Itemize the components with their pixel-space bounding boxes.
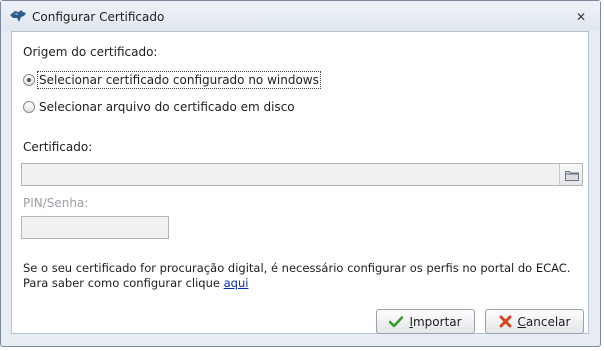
pin-field[interactable] — [21, 216, 169, 239]
cancel-button[interactable]: Cancelar — [485, 309, 584, 334]
help-link[interactable]: aqui — [224, 276, 249, 290]
title-bar[interactable]: Configurar Certificado ✕ — [1, 1, 600, 31]
info-text: Se o seu certificado for procuração digi… — [23, 261, 571, 291]
info-line-2: Para saber como configurar clique aqui — [23, 276, 571, 291]
info-line-1: Se o seu certificado for procuração digi… — [23, 261, 571, 275]
radio-option-windows[interactable]: Selecionar certificado configurado no wi… — [23, 71, 321, 89]
import-button-label: Importar — [409, 314, 462, 329]
radio-button-disk[interactable] — [23, 101, 35, 113]
cancel-x-icon — [499, 315, 512, 328]
checkmark-icon — [389, 315, 404, 328]
radio-label-disk[interactable]: Selecionar arquivo do certificado em dis… — [39, 100, 295, 114]
dialog-content: Origem do certificado: Selecionar certif… — [11, 31, 589, 334]
browse-folder-button[interactable] — [559, 163, 583, 186]
info-line-2-prefix: Para saber como configurar clique — [23, 276, 224, 290]
folder-icon — [565, 171, 579, 181]
import-button[interactable]: Importar — [376, 309, 475, 334]
app-logo-icon — [10, 10, 26, 22]
origin-label: Origem do certificado: — [23, 45, 158, 59]
certificate-field[interactable] — [21, 163, 560, 186]
radio-label-windows[interactable]: Selecionar certificado configurado no wi… — [37, 71, 321, 89]
dialog-window: Configurar Certificado ✕ Origem do certi… — [0, 0, 601, 347]
radio-option-disk[interactable]: Selecionar arquivo do certificado em dis… — [23, 100, 295, 114]
window-title: Configurar Certificado — [32, 10, 165, 24]
close-icon[interactable]: ✕ — [574, 10, 588, 24]
cancel-button-label: Cancelar — [517, 314, 571, 329]
pin-label: PIN/Senha: — [23, 196, 89, 210]
certificate-label: Certificado: — [23, 140, 93, 154]
radio-button-windows[interactable] — [23, 74, 35, 86]
